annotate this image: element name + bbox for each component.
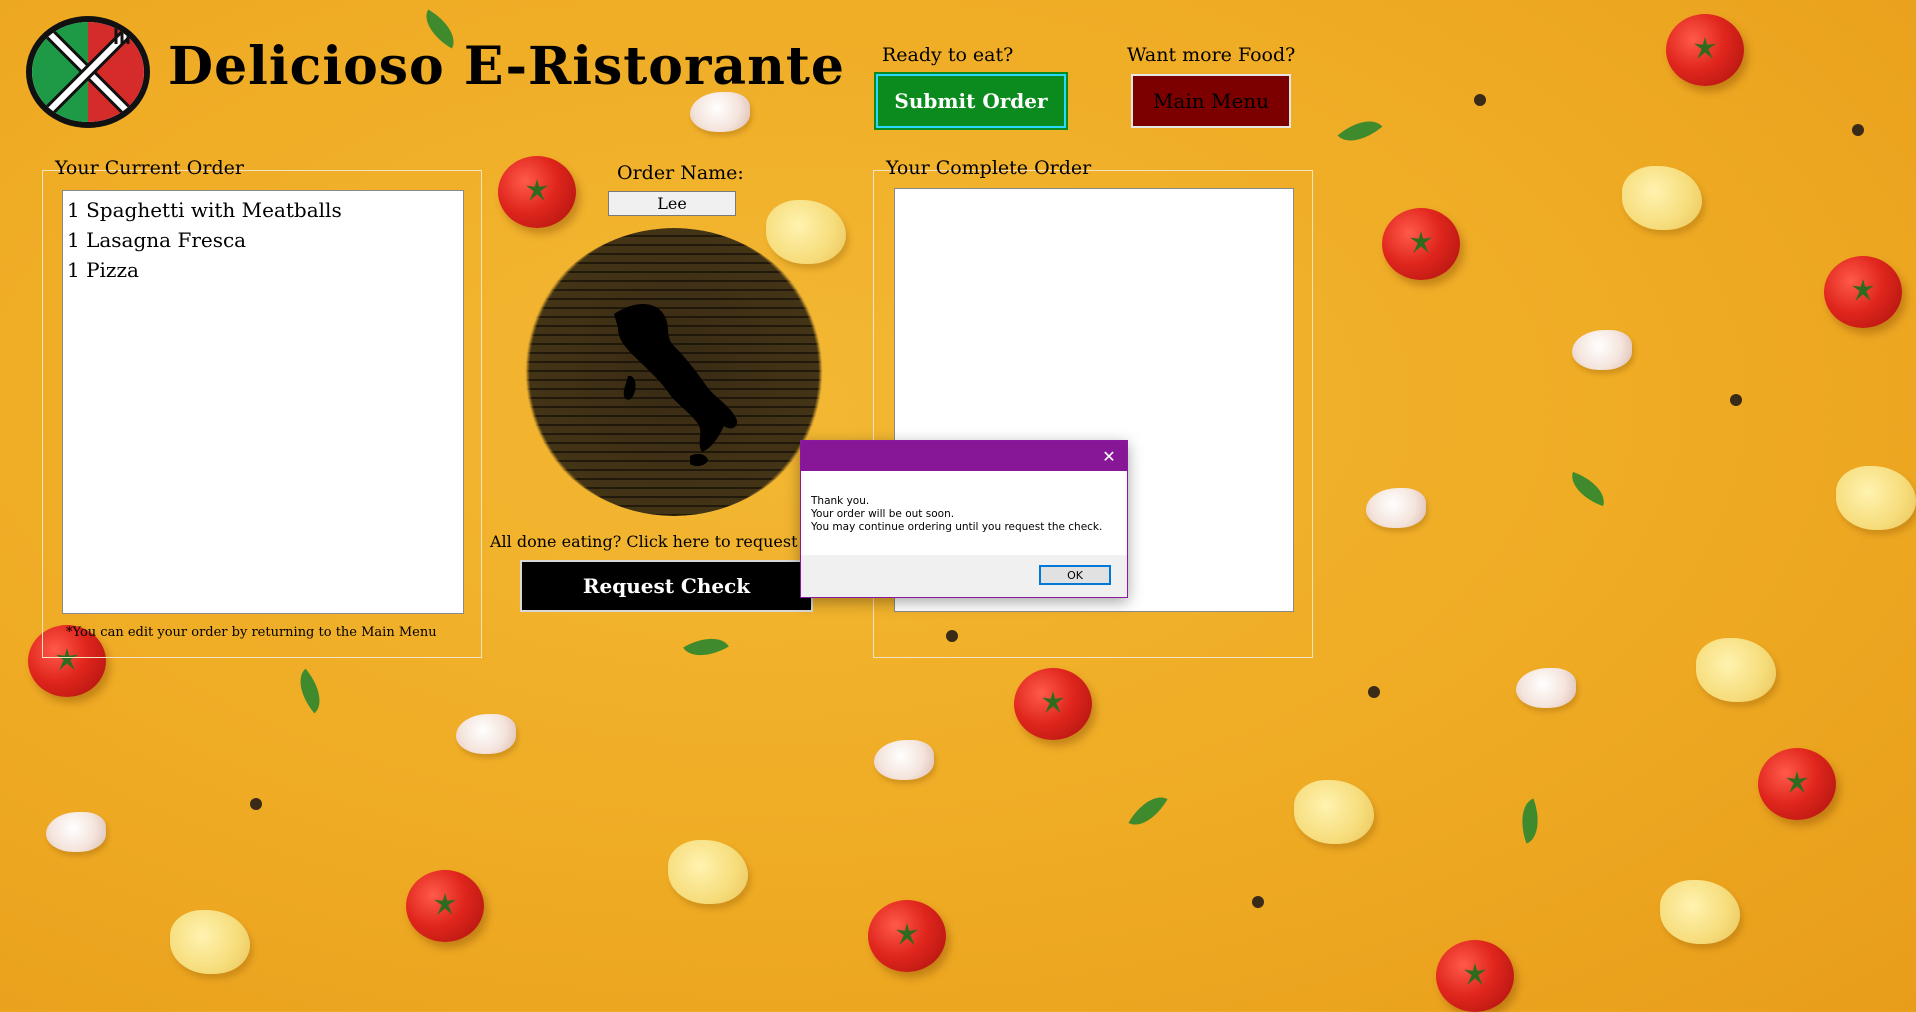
dialog-line: You may continue ordering until you requ… — [811, 521, 1103, 533]
app-title: Delicioso E-Ristorante — [168, 36, 845, 97]
current-order-list[interactable]: 1 Spaghetti with Meatballs 1 Lasagna Fre… — [62, 190, 464, 614]
dialog-footer: OK — [801, 555, 1127, 597]
basil-leaf-decoration — [1565, 471, 1611, 507]
pasta-decoration — [1836, 466, 1916, 530]
peppercorn-decoration — [1368, 686, 1380, 698]
garlic-decoration — [1366, 488, 1426, 528]
dialog-message: Thank you. Your order will be out soon. … — [801, 471, 1127, 561]
order-name-field[interactable]: Lee — [608, 191, 736, 216]
garlic-decoration — [46, 812, 106, 852]
basil-leaf-decoration — [683, 627, 729, 667]
close-icon[interactable]: ✕ — [1097, 444, 1121, 468]
peppercorn-decoration — [1252, 896, 1264, 908]
peppercorn-decoration — [1852, 124, 1864, 136]
tomato-decoration — [1758, 748, 1836, 820]
ok-button[interactable]: OK — [1039, 565, 1111, 585]
tomato-decoration — [1824, 256, 1902, 328]
pasta-decoration — [170, 910, 250, 974]
submit-order-button[interactable]: Submit Order — [874, 72, 1068, 130]
ready-to-eat-label: Ready to eat? — [882, 44, 1014, 66]
want-more-food-label: Want more Food? — [1127, 44, 1296, 66]
peppercorn-decoration — [1730, 394, 1742, 406]
basil-leaf-decoration — [1337, 109, 1383, 153]
basil-leaf-decoration — [1512, 798, 1548, 844]
tomato-decoration — [498, 156, 576, 228]
list-item[interactable]: 1 Pizza — [65, 255, 463, 285]
tomato-decoration — [1382, 208, 1460, 280]
request-check-prompt: All done eating? Click here to request y… — [490, 532, 840, 551]
tomato-decoration — [1666, 14, 1744, 86]
garlic-decoration — [456, 714, 516, 754]
plate-fork-knife-icon — [26, 16, 150, 128]
dialog-titlebar[interactable]: ✕ — [801, 441, 1127, 471]
garlic-decoration — [690, 92, 750, 132]
request-check-button[interactable]: Request Check — [520, 560, 813, 612]
dialog-line: Thank you. — [811, 495, 870, 507]
pasta-decoration — [1294, 780, 1374, 844]
italy-map-icon — [614, 303, 738, 467]
peppercorn-decoration — [1474, 94, 1486, 106]
garlic-decoration — [1516, 668, 1576, 708]
order-confirmation-dialog: ✕ Thank you. Your order will be out soon… — [800, 440, 1128, 598]
garlic-decoration — [874, 740, 934, 780]
peppercorn-decoration — [250, 798, 262, 810]
order-name-label: Order Name: — [617, 162, 744, 184]
pasta-decoration — [1696, 638, 1776, 702]
tomato-decoration — [1436, 940, 1514, 1012]
main-menu-button[interactable]: Main Menu — [1131, 74, 1291, 128]
dialog-line: Your order will be out soon. — [811, 508, 955, 520]
tomato-decoration — [406, 870, 484, 942]
pasta-decoration — [1660, 880, 1740, 944]
list-item[interactable]: 1 Spaghetti with Meatballs — [65, 195, 463, 225]
tomato-decoration — [1014, 668, 1092, 740]
list-item[interactable]: 1 Lasagna Fresca — [65, 225, 463, 255]
garlic-decoration — [1572, 330, 1632, 370]
basil-leaf-decoration — [1128, 788, 1168, 834]
tomato-decoration — [868, 900, 946, 972]
current-order-title: Your Current Order — [55, 157, 244, 179]
edit-order-note: *You can edit your order by returning to… — [66, 625, 437, 640]
complete-order-title: Your Complete Order — [886, 157, 1092, 179]
pasta-decoration — [1622, 166, 1702, 230]
pasta-decoration — [668, 840, 748, 904]
basil-leaf-decoration — [288, 668, 332, 714]
